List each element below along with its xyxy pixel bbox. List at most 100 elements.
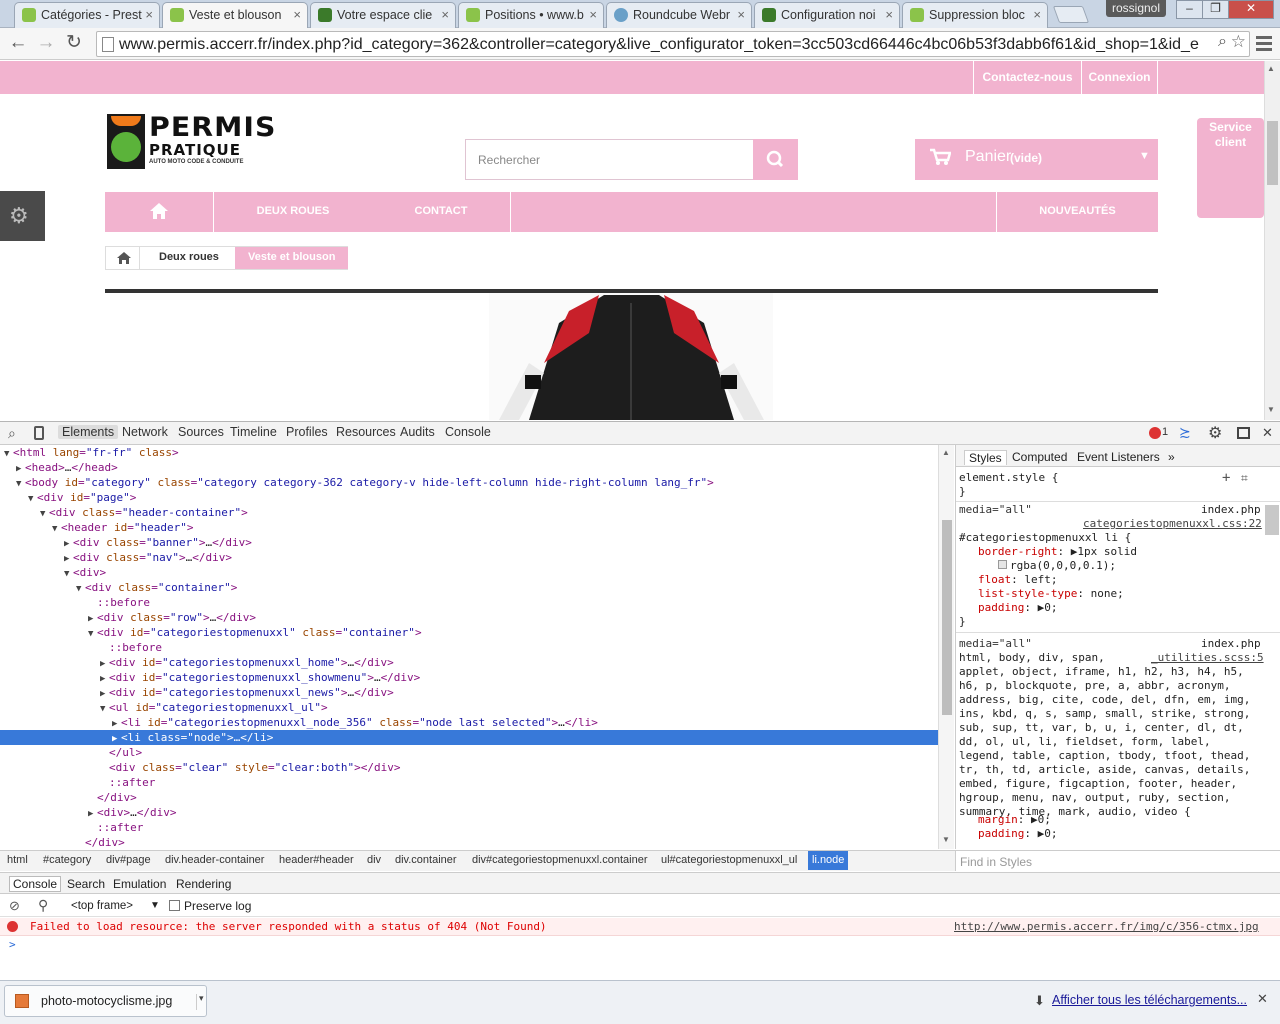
dock-icon[interactable] [1237,427,1250,439]
styles-scrollbar-thumb[interactable] [1265,505,1279,535]
close-window-button[interactable]: ✕ [1228,0,1274,19]
tab-resources[interactable]: Resources [336,425,396,439]
close-shelf-icon[interactable]: ✕ [1257,991,1268,1007]
browser-tab[interactable]: Configuration noi × [754,2,900,28]
frame-selector[interactable]: <top frame> [71,900,133,912]
menu-item-contact[interactable]: CONTACT [372,205,510,217]
breadcrumb-home[interactable] [106,247,140,269]
css-property[interactable]: padding: ▶0; [978,601,1057,615]
user-profile-badge[interactable]: rossignol [1106,0,1167,17]
dom-crumb[interactable]: header#header [279,854,354,866]
download-item[interactable]: photo-motocyclisme.jpg ▾ [4,985,207,1017]
css-selector[interactable]: #categoriestopmenuxxl li { [959,531,1131,545]
dom-node[interactable]: ▶ <div class="nav">…</div> [0,550,938,565]
dom-node[interactable]: ▼ <div id="page"> [0,490,938,505]
drawer-tab-search[interactable]: Search [67,877,105,891]
css-property[interactable]: float: left; [978,573,1057,587]
search-icon[interactable]: ⌕ [1214,33,1227,51]
css-property[interactable]: margin: ▶0; [978,813,1051,827]
browser-tab[interactable]: Positions • www.b × [458,2,604,28]
tab-more[interactable]: » [1168,450,1175,464]
dom-node[interactable]: ::after [0,775,938,790]
chevron-down-icon[interactable]: ▾ [199,993,204,1004]
tab-console[interactable]: Console [445,425,491,439]
dom-node[interactable]: ▼ <div class="container"> [0,580,938,595]
dom-node[interactable]: ▼ <header id="header"> [0,520,938,535]
search-button[interactable] [753,139,798,180]
dom-node[interactable]: ▼ <div> [0,565,938,580]
dom-node[interactable]: ▶ <div id="categoriestopmenuxxl_showmenu"… [0,670,938,685]
tab-sources[interactable]: Sources [178,425,224,439]
chevron-down-icon[interactable]: ▼ [150,900,160,911]
tab-computed[interactable]: Computed [1012,450,1067,464]
device-mode-icon[interactable] [34,426,44,440]
dom-node[interactable]: ▼ <div class="header-container"> [0,505,938,520]
preserve-log-checkbox[interactable] [169,900,180,911]
minimize-button[interactable]: – [1176,0,1203,19]
menu-home[interactable] [105,192,213,232]
toggle-state-icon[interactable]: ⌗ [1241,471,1248,485]
close-icon[interactable]: ✕ [1262,425,1273,441]
css-property[interactable]: rgba(0,0,0,0.1); [998,559,1116,573]
dom-crumb[interactable]: li.node [808,851,849,870]
tab-timeline[interactable]: Timeline [230,425,277,439]
tab-network[interactable]: Network [122,425,168,439]
console-prompt[interactable]: > [9,938,16,951]
css-property[interactable]: border-right: ▶1px solid [978,545,1137,559]
dom-node[interactable]: ::before [0,640,938,655]
cart-block[interactable]: Panier (vide) ▼ [915,139,1158,180]
inspect-icon[interactable]: ⌕ [8,425,16,442]
add-rule-icon[interactable]: + [1222,471,1230,485]
dom-node[interactable]: ▶ <div class="row">…</div> [0,610,938,625]
dom-crumb[interactable]: ul#categoriestopmenuxxl_ul [661,854,797,866]
tab-styles[interactable]: Styles [964,450,1007,465]
bookmark-star-icon[interactable]: ☆ [1230,32,1246,52]
element-style-rule[interactable]: element.style { [959,471,1058,485]
dom-crumb[interactable]: div [367,854,381,866]
source-css-link[interactable]: _utilities.scss:5 [1151,651,1264,665]
configurator-toggle[interactable]: ⚙ [0,191,45,241]
breadcrumb-item[interactable]: Deux roues [140,247,235,269]
scrollbar-thumb[interactable] [1267,121,1278,185]
search-input[interactable]: Rechercher [465,139,754,180]
close-tab-icon[interactable]: × [589,7,597,22]
error-count[interactable]: 1 [1162,426,1168,438]
dom-node[interactable]: ::after [0,820,938,835]
dom-node[interactable]: ▼ <ul id="categoriestopmenuxxl_ul"> [0,700,938,715]
clear-console-icon[interactable]: ⊘ [9,898,20,914]
browser-tab[interactable]: Votre espace clie × [310,2,456,28]
source-file-link[interactable]: index.php [1201,637,1261,651]
browser-tab[interactable]: Suppression bloc × [902,2,1048,28]
show-all-downloads-link[interactable]: Afficher tous les téléchargements... [1052,993,1247,1007]
tab-elements[interactable]: Elements [58,425,119,439]
dom-crumb[interactable]: div.container [395,854,457,866]
site-logo[interactable]: PERMIS PRATIQUE AUTO MOTO CODE & CONDUIT… [107,114,337,170]
dom-node[interactable]: </div> [0,835,938,849]
dom-node-selected[interactable]: ▶ <li class="node">…</li> [0,730,938,745]
dom-node[interactable]: </ul> [0,745,938,760]
dom-node[interactable]: <div class="clear" style="clear:both"></… [0,760,938,775]
drawer-tab-emulation[interactable]: Emulation [113,877,166,891]
dom-node[interactable]: ▶ <li id="categoriestopmenuxxl_node_356" … [0,715,938,730]
drawer-tab-rendering[interactable]: Rendering [176,877,231,891]
reload-button[interactable]: ↻ [62,32,86,56]
menu-item-deux-roues[interactable]: DEUX ROUES [214,205,372,217]
address-bar[interactable]: www.permis.accerr.fr/index.php?id_catego… [96,31,1250,57]
dom-crumb[interactable]: #category [43,854,91,866]
browser-tab[interactable]: Roundcube Webr × [606,2,752,28]
close-tab-icon[interactable]: × [441,7,449,22]
dom-node[interactable]: ▶ <head>…</head> [0,460,938,475]
dom-node[interactable]: ::before [0,595,938,610]
chrome-menu-icon[interactable] [1254,33,1274,55]
elements-scrollbar[interactable]: ▲ ▼ [938,445,954,849]
close-tab-icon[interactable]: × [737,7,745,22]
dom-crumb[interactable]: div#page [106,854,151,866]
error-url-link[interactable]: http://www.permis.accerr.fr/img/c/356-ct… [954,920,1259,933]
forward-button[interactable]: → [34,32,58,56]
css-property[interactable]: padding: ▶0; [978,827,1057,841]
scrollbar-thumb[interactable] [942,520,952,715]
dom-crumb[interactable]: div.header-container [165,854,264,866]
menu-item-nouveautes[interactable]: NOUVEAUTÉS [997,205,1158,217]
maximize-button[interactable]: ❐ [1202,0,1229,19]
browser-tab[interactable]: Catégories - Prest × [14,2,160,28]
